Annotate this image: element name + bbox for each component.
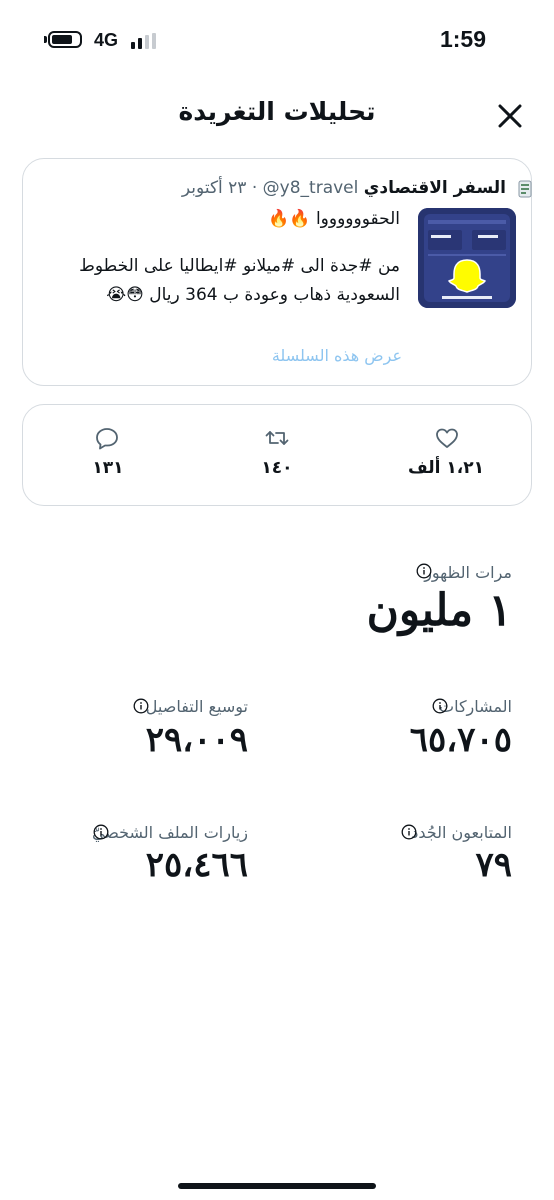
engagement-card	[22, 404, 532, 506]
avatar-icon	[518, 180, 532, 198]
page-title: تحليلات التغريدة	[178, 97, 376, 126]
battery-icon	[48, 31, 82, 48]
like-icon[interactable]	[434, 425, 460, 451]
impressions-value: ١ مليون	[366, 585, 512, 636]
profile-visits-value: ٢٥،٤٦٦	[145, 845, 248, 885]
new-followers-label: المتابعون الجُدد	[411, 823, 512, 842]
close-icon	[498, 104, 522, 128]
tweet-line: من #جدة الى #ميلانو #ايطاليا على الخطوط	[79, 256, 400, 276]
tweet-text: الحقووووووا 🔥🔥 من #جدة الى #ميلانو #ايطا…	[70, 205, 400, 310]
tweet-date: ٢٣ أكتوبر	[181, 178, 247, 198]
info-icon[interactable]	[93, 824, 109, 840]
new-followers-value: ٧٩	[475, 845, 512, 885]
home-indicator[interactable]	[178, 1183, 376, 1189]
retweet-icon[interactable]	[264, 425, 290, 451]
show-thread-link[interactable]: عرض هذه السلسلة	[272, 346, 402, 365]
battery-tip	[44, 36, 47, 43]
author-handle[interactable]: @y8_travel	[263, 178, 359, 198]
engagements-label: المشاركات	[439, 697, 512, 716]
profile-visits-label: زيارات الملف الشخصيّ	[91, 823, 248, 842]
separator: ·	[251, 178, 258, 198]
tweet-media-thumbnail[interactable]	[418, 208, 516, 308]
tweet-header: السفر الاقتصادي @y8_travel · ٢٣ أكتوبر	[86, 178, 506, 198]
tweet-line: السعودية ذهاب وعودة ب 364 ريال 😳😭	[106, 285, 400, 305]
impressions-label: مرات الظهور	[424, 563, 512, 582]
reply-icon[interactable]	[94, 425, 120, 451]
info-icon[interactable]	[133, 698, 149, 714]
clock: 1:59	[439, 26, 486, 52]
status-bar: 4G 1:59	[0, 0, 554, 80]
close-button[interactable]	[492, 98, 528, 134]
tweet-line: الحقووووووا 🔥🔥	[268, 209, 400, 229]
detail-expands-value: ٢٩،٠٠٩	[145, 720, 248, 760]
likes-count: ١،٢١ ألف	[408, 458, 484, 478]
signal-icon	[131, 33, 161, 49]
replies-count: ١٣١	[92, 458, 124, 478]
author-name[interactable]: السفر الاقتصادي	[364, 178, 506, 198]
info-icon[interactable]	[416, 563, 432, 579]
info-icon[interactable]	[401, 824, 417, 840]
snapcode-image	[418, 208, 516, 308]
detail-expands-label: توسيع التفاصيل	[145, 697, 248, 716]
engagements-value: ٦٥،٧٠٥	[409, 720, 512, 760]
retweets-count: ١٤٠	[261, 458, 293, 478]
network-type: 4G	[94, 30, 119, 50]
info-icon[interactable]	[432, 698, 448, 714]
